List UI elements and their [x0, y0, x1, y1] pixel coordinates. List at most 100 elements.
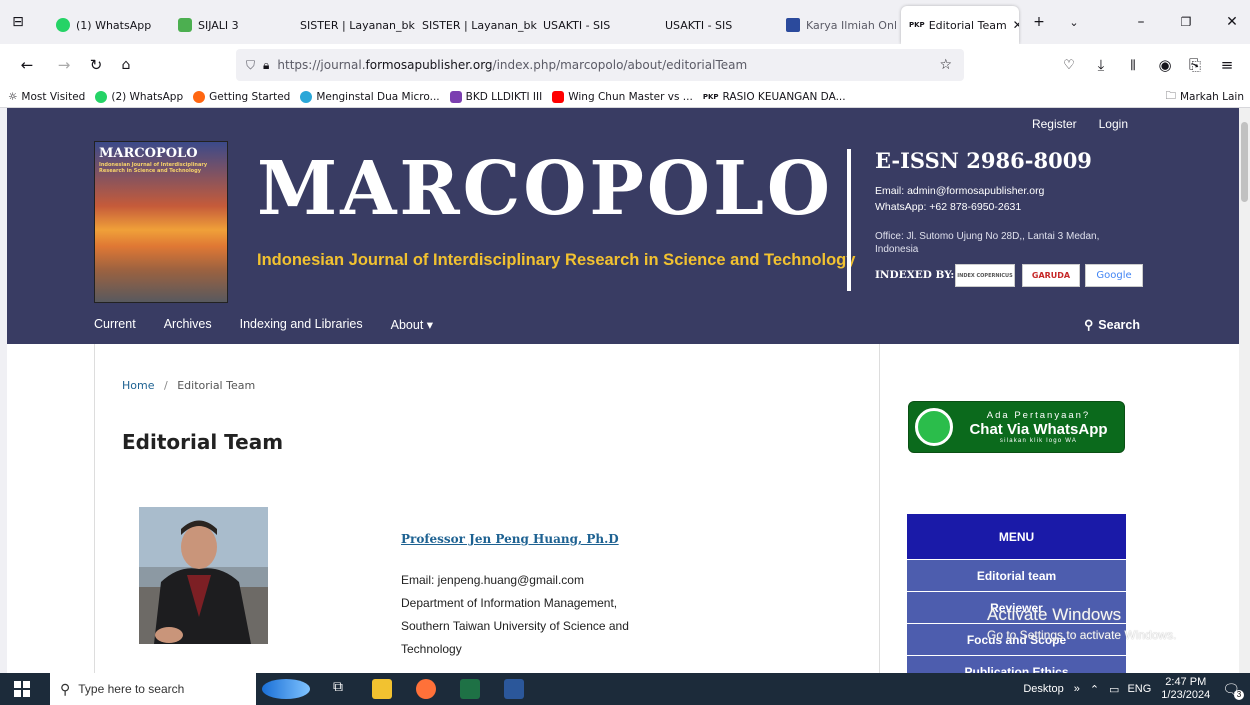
- tab-label: USAKTI - SIS: [665, 18, 733, 32]
- sidebar-menu: MENU Editorial team Reviewer Focus and S…: [907, 514, 1126, 673]
- bookmark-most-visited[interactable]: ☼ Most Visited: [8, 91, 85, 103]
- journal-title[interactable]: MARCOPOLO: [257, 146, 833, 232]
- restore-icon[interactable]: ❐: [1176, 12, 1196, 32]
- whatsapp-chat-banner[interactable]: Ada Pertanyaan? Chat Via WhatsApp silaka…: [908, 401, 1125, 453]
- tab-sister-1[interactable]: SISTER | Layanan_bkd: [300, 6, 415, 44]
- search-label: Search: [1098, 317, 1140, 332]
- page-scrollbar[interactable]: [1239, 108, 1250, 673]
- desktop-toolbar[interactable]: Desktop: [1023, 683, 1063, 695]
- extensions-icon[interactable]: ⎘: [1186, 56, 1204, 74]
- nav-archives[interactable]: Archives: [164, 317, 212, 332]
- download-icon[interactable]: ⤓: [1092, 56, 1110, 74]
- whatsapp-icon[interactable]: [915, 408, 953, 446]
- tab-bar: ⊟ (1) WhatsApp SIJALI 3 SISTER | Layanan…: [0, 0, 1250, 44]
- wa-chat: Chat Via WhatsApp: [969, 421, 1108, 438]
- task-view-icon[interactable]: ⧉: [328, 679, 348, 699]
- tab-label: USAKTI - SIS: [543, 18, 611, 32]
- bookmark-bkd[interactable]: BKD LLDIKTI III: [449, 90, 542, 103]
- breadcrumb: Home / Editorial Team: [122, 379, 255, 392]
- tab-usakti-1[interactable]: USAKTI - SIS: [543, 6, 653, 44]
- login-link[interactable]: Login: [1099, 117, 1128, 131]
- chevron-down-icon[interactable]: ⌄: [1064, 12, 1084, 32]
- close-tab-icon[interactable]: ✕: [1013, 18, 1019, 32]
- notification-icon[interactable]: 🗨︎ 3: [1222, 681, 1244, 700]
- office-address: Office: Jl. Sutomo Ujung No 28D,, Lantai…: [875, 231, 1100, 255]
- breadcrumb-home[interactable]: Home: [122, 379, 154, 392]
- tab-label: Editorial Team: [928, 18, 1007, 32]
- person-illustration: [139, 507, 268, 644]
- reload-icon[interactable]: ↻: [87, 56, 105, 74]
- home-icon[interactable]: ⌂: [117, 56, 135, 74]
- google-scholar-logo[interactable]: Google: [1085, 264, 1143, 287]
- user-links: Register Login: [1032, 117, 1128, 131]
- main-navigation: Current Archives Indexing and Libraries …: [94, 317, 461, 332]
- library-icon[interactable]: ⫼: [1124, 56, 1142, 74]
- taskbar-search-input[interactable]: ⚲ Type here to search: [50, 673, 256, 705]
- clock[interactable]: 2:47 PM 1/23/2024: [1161, 676, 1210, 702]
- close-window-icon[interactable]: ✕: [1222, 12, 1242, 32]
- back-icon[interactable]: ←: [18, 56, 36, 74]
- bookmark-label: Menginstal Dua Micro...: [316, 90, 440, 103]
- tab-editorial-team[interactable]: PKP Editorial Team ✕: [901, 6, 1019, 44]
- bookmark-rasio[interactable]: PKP RASIO KEUANGAN DA...: [703, 91, 846, 103]
- register-link[interactable]: Register: [1032, 117, 1077, 131]
- menu-icon[interactable]: ≡: [1218, 56, 1236, 74]
- language-indicator[interactable]: ENG: [1127, 683, 1151, 695]
- firefox-icon: [193, 90, 206, 103]
- weather-icon[interactable]: [262, 679, 310, 699]
- bookmark-star-icon[interactable]: ☆: [939, 57, 952, 73]
- bookmark-label: Markah Lain: [1180, 90, 1244, 103]
- journal-cover-image[interactable]: MARCOPOLO Indonesian Journal of Interdis…: [94, 141, 228, 303]
- search-icon: ⚲: [1084, 318, 1094, 332]
- toolbar-expand-icon[interactable]: »: [1074, 683, 1080, 695]
- forward-icon[interactable]: →: [55, 56, 73, 74]
- file-explorer-icon[interactable]: [372, 679, 392, 699]
- pocket-icon[interactable]: ♡: [1060, 56, 1078, 74]
- menu-item-publication-ethics[interactable]: Publication Ethics: [907, 656, 1126, 673]
- word-icon[interactable]: [504, 679, 524, 699]
- garuda-logo[interactable]: GARUDA: [1022, 264, 1080, 287]
- bookmark-label: Wing Chun Master vs ...: [568, 90, 693, 103]
- minimize-icon[interactable]: –: [1131, 12, 1151, 32]
- network-icon[interactable]: ▭: [1109, 683, 1119, 696]
- app-icon: [178, 18, 192, 32]
- chevron-up-icon[interactable]: ⌃: [1090, 683, 1099, 696]
- page-title: Editorial Team: [122, 430, 284, 454]
- tab-sister-2[interactable]: SISTER | Layanan_bkd: [422, 6, 537, 44]
- navigation-toolbar: ← → ↻ ⌂ ⛉ 🔒︎ https://journal.formosapubl…: [0, 44, 1250, 86]
- tab-sijali[interactable]: SIJALI 3: [160, 6, 280, 44]
- search-icon: ⚲: [60, 680, 71, 697]
- bookmark-whatsapp[interactable]: (2) WhatsApp: [95, 90, 183, 103]
- excel-icon[interactable]: [460, 679, 480, 699]
- windows-start-icon[interactable]: [14, 681, 30, 697]
- url-bar[interactable]: ⛉ 🔒︎ https://journal.formosapublisher.or…: [236, 49, 964, 81]
- bookmark-other[interactable]: 🗀 Markah Lain: [1166, 88, 1245, 106]
- globe-icon: [300, 90, 313, 103]
- wa-hint: silakan klik logo WA: [999, 438, 1078, 444]
- folder-icon: 🗀: [1165, 89, 1177, 102]
- tab-whatsapp[interactable]: (1) WhatsApp: [38, 6, 158, 44]
- nav-about[interactable]: About ▾: [391, 317, 433, 332]
- member-name-link[interactable]: Professor Jen Peng Huang, Ph.D: [401, 532, 619, 546]
- tab-usakti-2[interactable]: USAKTI - SIS: [665, 6, 775, 44]
- windows-taskbar: ⚲ Type here to search ⧉ Desktop » ⌃ ▭ EN…: [0, 673, 1250, 705]
- bookmark-getting-started[interactable]: Getting Started: [193, 90, 290, 103]
- tab-label: (1) WhatsApp: [76, 18, 152, 32]
- firefox-icon[interactable]: [416, 679, 436, 699]
- tab-list-icon[interactable]: ⊟: [8, 12, 28, 32]
- bookmark-wing-chun[interactable]: Wing Chun Master vs ...: [552, 90, 693, 103]
- nav-indexing[interactable]: Indexing and Libraries: [240, 317, 363, 332]
- nav-current[interactable]: Current: [94, 317, 136, 332]
- account-icon[interactable]: ◉: [1156, 56, 1174, 74]
- menu-item-editorial-team[interactable]: Editorial team: [907, 560, 1126, 591]
- index-copernicus-logo[interactable]: INDEX COPERNICUS: [955, 264, 1015, 287]
- page-viewport: Register Login MARCOPOLO Indonesian Jour…: [7, 108, 1239, 673]
- bookmark-menginstal[interactable]: Menginstal Dua Micro...: [300, 90, 440, 103]
- search-link[interactable]: ⚲ Search: [1084, 317, 1140, 333]
- member-photo: [139, 507, 268, 644]
- scrollbar-thumb[interactable]: [1241, 122, 1248, 202]
- new-tab-icon[interactable]: +: [1029, 12, 1049, 32]
- whatsapp-banner-text: Ada Pertanyaan? Chat Via WhatsApp silaka…: [953, 410, 1124, 444]
- tab-karya-ilmiah[interactable]: Karya Ilmiah Onl: [786, 6, 896, 44]
- member-university-cont: Technology: [401, 642, 462, 656]
